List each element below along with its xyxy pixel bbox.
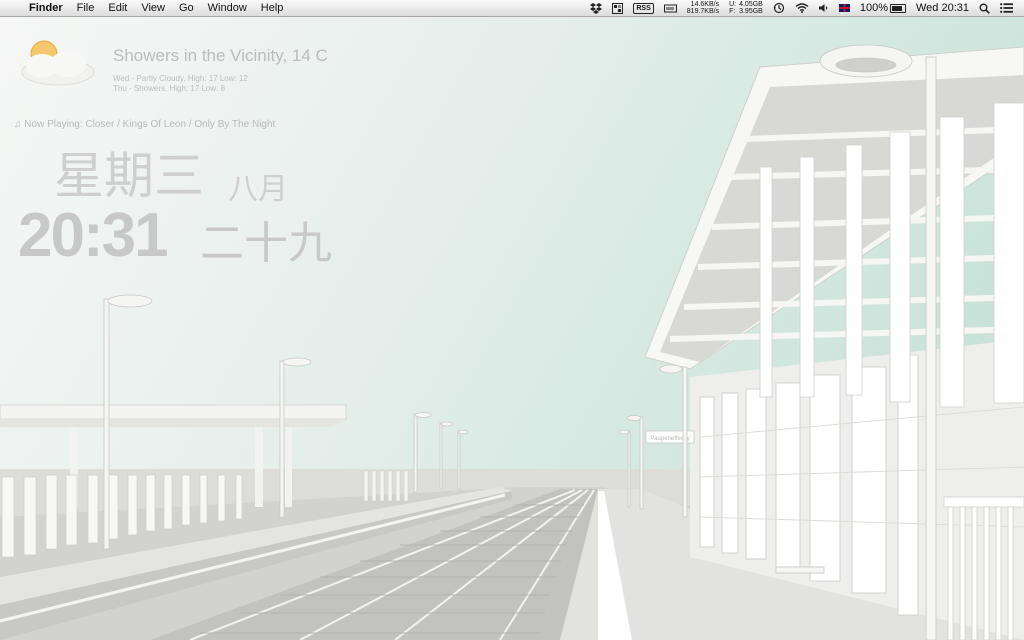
net-down-speed: 14.6KB/s — [690, 1, 720, 8]
weather-condition: Showers in the Vicinity, 14 C — [113, 46, 328, 65]
forecast-day-1: Wed - Partly Cloudy, High: 17 Low: 12 — [113, 74, 248, 83]
grid-app-icon[interactable] — [607, 2, 628, 14]
music-note-icon: ♫ — [14, 119, 22, 130]
disk-free: 3.95GB — [739, 8, 763, 15]
menu-view[interactable]: View — [134, 0, 172, 16]
forecast-day-2: Thu - Showers, High: 17 Low: 8 — [113, 84, 226, 93]
menu-file[interactable]: File — [70, 0, 102, 16]
wifi-icon[interactable] — [790, 3, 814, 13]
disk-f-label: F: — [729, 8, 736, 15]
disk-used: 4.05GB — [739, 1, 763, 8]
now-playing-widget: ♫ Now Playing: Closer / Kings Of Leon / … — [14, 119, 275, 130]
time-machine-icon[interactable] — [768, 2, 790, 14]
disk-monitor[interactable]: U: F: 4.05GB 3.95GB — [724, 1, 768, 15]
now-playing-text: Now Playing: Closer / Kings Of Leon / On… — [24, 119, 276, 130]
notification-center-icon[interactable] — [995, 3, 1018, 13]
network-monitor[interactable]: 14.6KB/s 819.7KB/s — [682, 1, 724, 15]
clock-time: 20:31 — [18, 201, 169, 270]
menu-help[interactable]: Help — [254, 0, 291, 16]
menu-go[interactable]: Go — [172, 0, 201, 16]
desktop-wallpaper: Paupeneffecky — [0, 17, 1024, 640]
menu-edit[interactable]: Edit — [101, 0, 134, 16]
battery-percent: 100% — [859, 2, 888, 14]
menu-extras: RSS 14.6KB/s 819.7KB/s U: F: 4.05GB 3.95… — [585, 0, 1024, 16]
input-source-flag-icon[interactable] — [834, 4, 855, 12]
spotlight-search-icon[interactable] — [974, 3, 995, 14]
dropbox-icon[interactable] — [585, 2, 607, 14]
partly-cloudy-icon — [21, 40, 95, 86]
battery-icon — [889, 3, 906, 13]
menu-window[interactable]: Window — [201, 0, 254, 16]
battery-status[interactable]: 100% — [855, 0, 911, 16]
menu-app-name[interactable]: Finder — [22, 0, 70, 16]
volume-icon[interactable] — [814, 3, 834, 13]
menu-bar: Finder File Edit View Go Window Help RSS… — [0, 0, 1024, 17]
rss-icon[interactable]: RSS — [628, 2, 658, 14]
disk-u-label: U: — [729, 1, 737, 8]
menu-clock[interactable]: Wed 20:31 — [911, 0, 974, 16]
clock-weekday: 星期三 — [54, 147, 204, 205]
memory-chip-icon[interactable] — [659, 4, 682, 13]
clock-day: 二十九 — [200, 218, 332, 269]
net-up-speed: 819.7KB/s — [686, 8, 720, 15]
clock-month: 八月 — [228, 172, 288, 207]
menu-group: Finder File Edit View Go Window Help — [0, 0, 290, 16]
